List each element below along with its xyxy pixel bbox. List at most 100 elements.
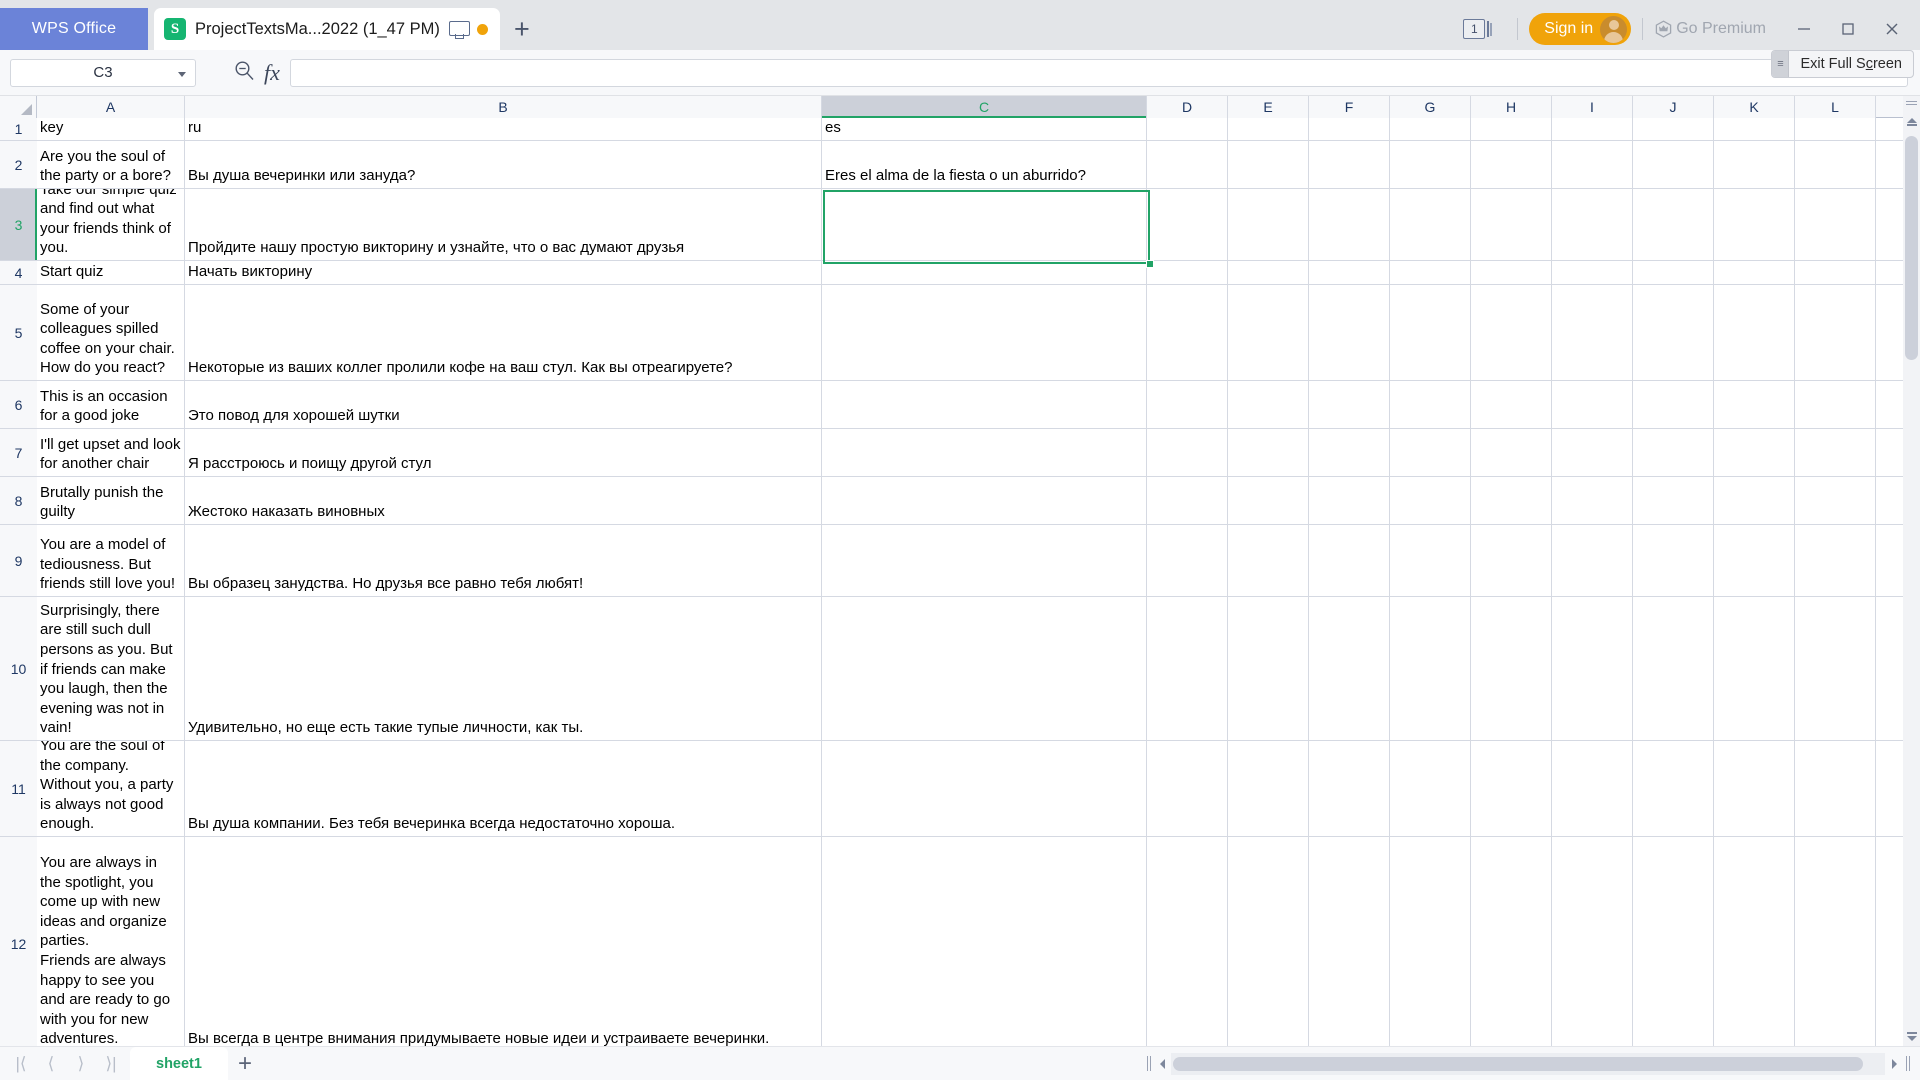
function-icon[interactable]: fx: [264, 60, 280, 86]
cell-B2[interactable]: Вы душа вечеринки или зануда?: [185, 141, 822, 189]
cell-D1[interactable]: [1147, 118, 1228, 141]
cell-F10[interactable]: [1309, 597, 1390, 741]
cell-G12[interactable]: [1390, 837, 1471, 1046]
scroll-down-button[interactable]: [1903, 1030, 1920, 1046]
cell-J2[interactable]: [1633, 141, 1714, 189]
vertical-split-handle[interactable]: [1903, 96, 1920, 110]
cell-L1[interactable]: [1795, 118, 1876, 141]
new-tab-button[interactable]: +: [500, 8, 544, 50]
cell-H3[interactable]: [1471, 189, 1552, 261]
cell-K4[interactable]: [1714, 261, 1795, 285]
cell-B12[interactable]: Вы всегда в центре внимания придумываете…: [185, 837, 822, 1046]
add-sheet-button[interactable]: +: [228, 1047, 262, 1081]
cell-F11[interactable]: [1309, 741, 1390, 837]
cell-J12[interactable]: [1633, 837, 1714, 1046]
cell-B1[interactable]: ru: [185, 118, 822, 141]
cell-J10[interactable]: [1633, 597, 1714, 741]
cell-A12[interactable]: You are always in the spotlight, you com…: [37, 837, 185, 1046]
cell-C10[interactable]: [822, 597, 1147, 741]
cell-G5[interactable]: [1390, 285, 1471, 381]
column-header-d[interactable]: D: [1147, 96, 1228, 118]
cell-J1[interactable]: [1633, 118, 1714, 141]
cell-L9[interactable]: [1795, 525, 1876, 597]
cell-I4[interactable]: [1552, 261, 1633, 285]
cell-C5[interactable]: [822, 285, 1147, 381]
cell-H7[interactable]: [1471, 429, 1552, 477]
name-box[interactable]: C3: [10, 59, 196, 87]
cell-D4[interactable]: [1147, 261, 1228, 285]
monitor-icon[interactable]: [449, 21, 468, 38]
cell-A2[interactable]: Are you the soul of the party or a bore?: [37, 141, 185, 189]
select-all-corner[interactable]: [0, 96, 37, 118]
cell-H2[interactable]: [1471, 141, 1552, 189]
cell-A3[interactable]: Take our simple quiz and find out what y…: [37, 189, 185, 261]
column-header-c[interactable]: C: [822, 96, 1147, 118]
column-header-f[interactable]: F: [1309, 96, 1390, 118]
horizontal-scroll-track[interactable]: [1171, 1053, 1885, 1075]
drag-grip-icon[interactable]: ≡: [1772, 51, 1789, 77]
cell-I2[interactable]: [1552, 141, 1633, 189]
cell-K12[interactable]: [1714, 837, 1795, 1046]
cell-I6[interactable]: [1552, 381, 1633, 429]
cell-A11[interactable]: You are the soul of the company. Without…: [37, 741, 185, 837]
document-tab[interactable]: S ProjectTextsMa...2022 (1_47 PM): [154, 8, 500, 50]
cell-F1[interactable]: [1309, 118, 1390, 141]
cell-B8[interactable]: Жестоко наказать виновных: [185, 477, 822, 525]
row-header-10[interactable]: 10: [0, 597, 37, 741]
cell-I7[interactable]: [1552, 429, 1633, 477]
cell-J5[interactable]: [1633, 285, 1714, 381]
next-sheet-icon[interactable]: ⟩: [66, 1049, 96, 1079]
last-sheet-icon[interactable]: ⟩|: [96, 1049, 126, 1079]
cell-D11[interactable]: [1147, 741, 1228, 837]
cell-L4[interactable]: [1795, 261, 1876, 285]
cell-D7[interactable]: [1147, 429, 1228, 477]
row-header-4[interactable]: 4: [0, 261, 37, 285]
cell-K3[interactable]: [1714, 189, 1795, 261]
cell-F2[interactable]: [1309, 141, 1390, 189]
cell-H1[interactable]: [1471, 118, 1552, 141]
cell-G4[interactable]: [1390, 261, 1471, 285]
cell-I5[interactable]: [1552, 285, 1633, 381]
cell-I10[interactable]: [1552, 597, 1633, 741]
cell-D2[interactable]: [1147, 141, 1228, 189]
cell-B10[interactable]: Удивительно, но еще есть такие тупые лич…: [185, 597, 822, 741]
vertical-scrollbar[interactable]: [1903, 96, 1920, 1046]
cell-C6[interactable]: [822, 381, 1147, 429]
cell-A8[interactable]: Brutally punish the guilty: [37, 477, 185, 525]
cell-D5[interactable]: [1147, 285, 1228, 381]
cell-J11[interactable]: [1633, 741, 1714, 837]
cell-F3[interactable]: [1309, 189, 1390, 261]
cell-J4[interactable]: [1633, 261, 1714, 285]
row-header-9[interactable]: 9: [0, 525, 37, 597]
cell-G8[interactable]: [1390, 477, 1471, 525]
row-header-2[interactable]: 2: [0, 141, 37, 189]
cell-D3[interactable]: [1147, 189, 1228, 261]
cell-E3[interactable]: [1228, 189, 1309, 261]
cell-E10[interactable]: [1228, 597, 1309, 741]
cell-L11[interactable]: [1795, 741, 1876, 837]
row-header-6[interactable]: 6: [0, 381, 37, 429]
cell-L10[interactable]: [1795, 597, 1876, 741]
horizontal-split-handle-right[interactable]: [1903, 1056, 1912, 1071]
column-header-a[interactable]: A: [37, 96, 185, 118]
column-header-i[interactable]: I: [1552, 96, 1633, 118]
cell-K5[interactable]: [1714, 285, 1795, 381]
cell-L3[interactable]: [1795, 189, 1876, 261]
cell-I9[interactable]: [1552, 525, 1633, 597]
cell-E9[interactable]: [1228, 525, 1309, 597]
cell-H12[interactable]: [1471, 837, 1552, 1046]
cell-E6[interactable]: [1228, 381, 1309, 429]
cell-G3[interactable]: [1390, 189, 1471, 261]
cell-I11[interactable]: [1552, 741, 1633, 837]
row-header-8[interactable]: 8: [0, 477, 37, 525]
cell-A6[interactable]: This is an occasion for a good joke: [37, 381, 185, 429]
cell-L6[interactable]: [1795, 381, 1876, 429]
cell-A7[interactable]: I'll get upset and look for another chai…: [37, 429, 185, 477]
column-header-h[interactable]: H: [1471, 96, 1552, 118]
cell-B11[interactable]: Вы душа компании. Без тебя вечеринка все…: [185, 741, 822, 837]
cell-C11[interactable]: [822, 741, 1147, 837]
vertical-scroll-thumb[interactable]: [1905, 136, 1918, 360]
cell-E4[interactable]: [1228, 261, 1309, 285]
go-premium-button[interactable]: Go Premium: [1654, 20, 1766, 39]
sheet-tab-sheet1[interactable]: sheet1: [130, 1047, 228, 1081]
